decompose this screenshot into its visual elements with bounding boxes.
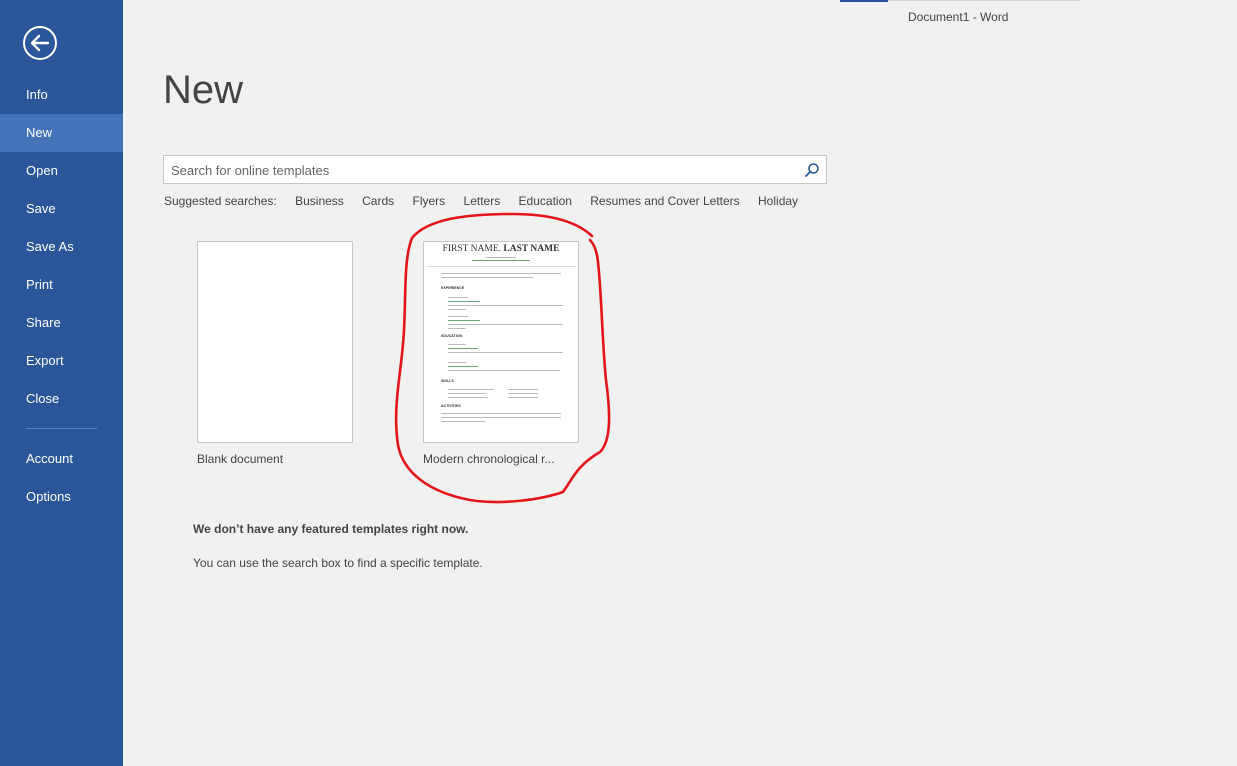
suggested-resumes-cover-letters[interactable]: Resumes and Cover Letters	[590, 194, 739, 208]
nav-divider	[26, 428, 97, 429]
suggested-searches-label: Suggested searches:	[164, 194, 277, 208]
back-arrow-icon[interactable]	[16, 19, 64, 67]
nav-info[interactable]: Info	[0, 76, 123, 114]
resume-heading: EDUCATION	[441, 334, 463, 338]
nav-save-as[interactable]: Save As	[0, 228, 123, 266]
nav-options[interactable]: Options	[0, 478, 123, 516]
suggested-letters[interactable]: Letters	[464, 194, 501, 208]
suggested-holiday[interactable]: Holiday	[758, 194, 798, 208]
resume-name: FIRST NAME. LAST NAME	[442, 244, 560, 254]
template-search-box	[163, 155, 827, 185]
resume-heading: EXPERIENCE	[441, 286, 465, 290]
nav-share[interactable]: Share	[0, 304, 123, 342]
title-divider	[888, 0, 1080, 1]
search-icon[interactable]	[804, 162, 820, 178]
nav-close[interactable]: Close	[0, 380, 123, 418]
backstage-sidebar: Info New Open Save Save As Print Share E…	[0, 0, 123, 766]
template-search-input[interactable]	[164, 156, 803, 185]
nav-save[interactable]: Save	[0, 190, 123, 228]
nav-export[interactable]: Export	[0, 342, 123, 380]
page-title: New	[163, 68, 244, 112]
template-label: Modern chronological r...	[423, 452, 555, 466]
template-modern-chronological-resume[interactable]: FIRST NAME. LAST NAME EXPERIENCE EDUCATI…	[423, 241, 583, 471]
template-label: Blank document	[197, 452, 284, 466]
template-blank-document[interactable]: Blank document	[197, 241, 357, 471]
resume-heading: SKILLS	[441, 379, 454, 383]
no-featured-templates-message: We don’t have any featured templates rig…	[193, 522, 469, 536]
blank-document-thumbnail	[197, 241, 353, 443]
suggested-searches: Suggested searches: Business Cards Flyer…	[164, 194, 813, 208]
suggested-business[interactable]: Business	[295, 194, 344, 208]
suggested-cards[interactable]: Cards	[362, 194, 394, 208]
suggested-education[interactable]: Education	[519, 194, 572, 208]
resume-thumbnail: FIRST NAME. LAST NAME EXPERIENCE EDUCATI…	[423, 241, 579, 443]
red-annotation-circle	[394, 212, 611, 504]
nav-open[interactable]: Open	[0, 152, 123, 190]
title-accent-bar	[840, 0, 888, 2]
resume-heading: ACTIVITIES	[441, 404, 461, 408]
nav-print[interactable]: Print	[0, 266, 123, 304]
nav-new[interactable]: New	[0, 114, 123, 152]
nav-account[interactable]: Account	[0, 440, 123, 478]
window-title: Document1 - Word	[908, 10, 1009, 24]
search-hint-text: You can use the search box to find a spe…	[193, 556, 483, 570]
suggested-flyers[interactable]: Flyers	[413, 194, 446, 208]
